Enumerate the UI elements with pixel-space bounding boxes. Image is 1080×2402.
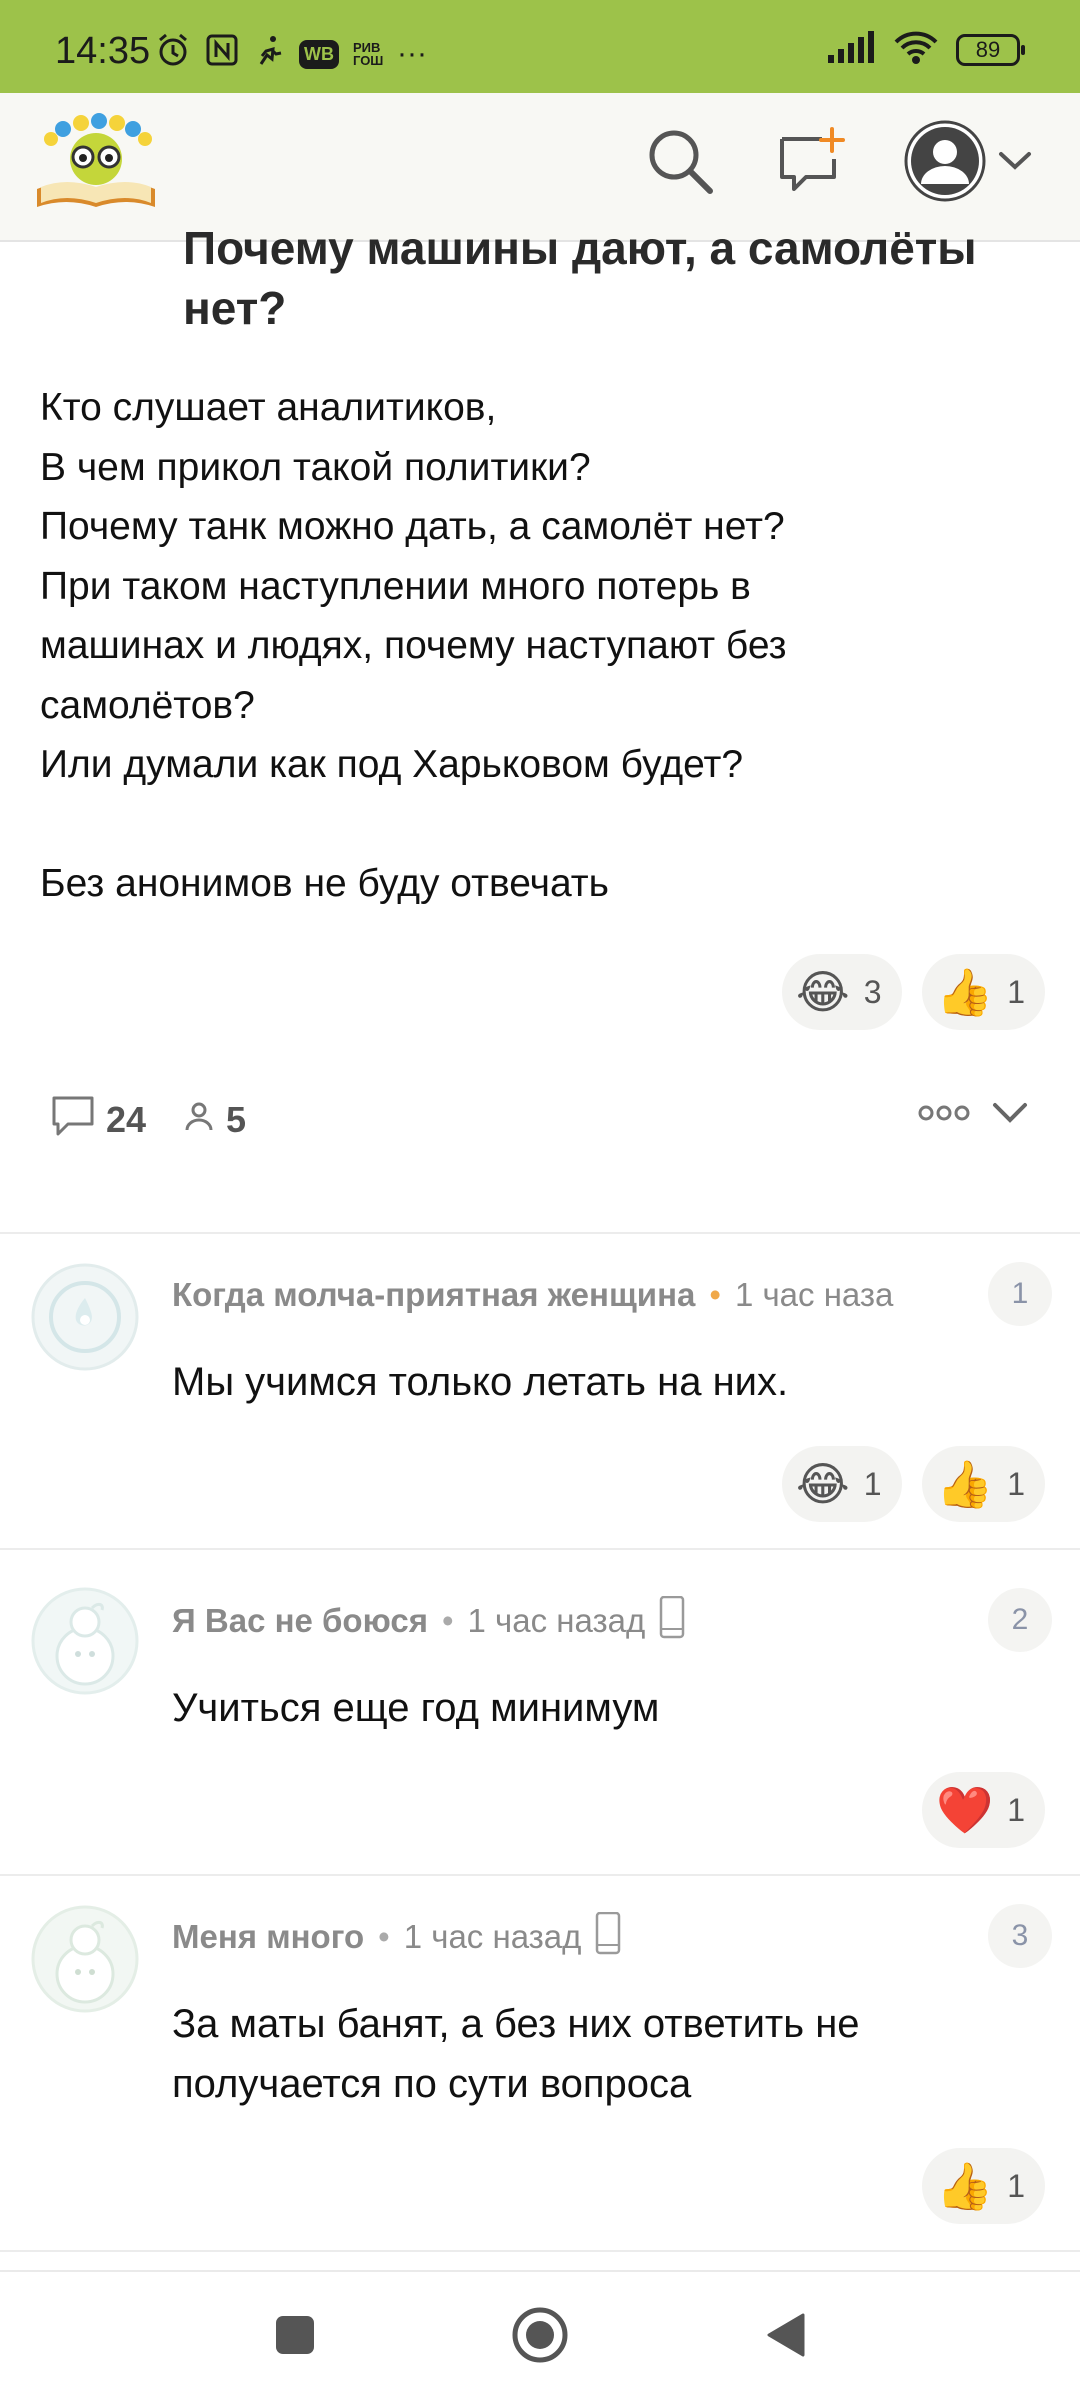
home-button[interactable] — [510, 2307, 570, 2367]
wb-app-icon: WB — [299, 39, 339, 69]
comment-reaction-laugh[interactable]: 😂 1 — [782, 1446, 902, 1522]
post-reaction-laugh[interactable]: 😂 3 — [782, 954, 902, 1030]
laugh-emoji-icon: 😂 — [796, 966, 850, 1018]
post-body-line: При таком наступлении много потерь в — [40, 564, 751, 608]
divider — [0, 2250, 1080, 2252]
chevron-down-icon — [992, 1103, 1028, 1130]
comment-meta: Когда молча-приятная женщина • 1 час наз… — [172, 1270, 962, 1320]
new-question-button[interactable] — [770, 123, 850, 203]
status-notification-icons: WB РИВ ГОШ ··· — [155, 32, 427, 76]
comment-avatar[interactable] — [30, 1262, 140, 1372]
rivgosh-app-icon: РИВ ГОШ — [353, 40, 384, 68]
alarm-icon — [155, 32, 191, 76]
comment-text: Учиться еще год минимум — [172, 1686, 660, 1730]
status-time: 14:35 — [55, 30, 151, 72]
post-title: Почему машины дают, а самолёты нет? — [183, 222, 977, 334]
divider — [0, 1232, 1080, 1234]
back-button[interactable] — [755, 2307, 815, 2367]
comment-avatar[interactable] — [30, 1586, 140, 1696]
more-dots-icon: ··· — [397, 37, 427, 70]
more-options-button[interactable] — [918, 1103, 970, 1128]
recents-button[interactable] — [265, 2307, 325, 2367]
separator-dot: • — [378, 1918, 390, 1955]
post-reaction-like[interactable]: 👍 1 — [922, 954, 1046, 1030]
reaction-count: 3 — [863, 973, 882, 1010]
thumbs-up-emoji-icon: 👍 — [936, 966, 994, 1018]
reaction-count: 1 — [1007, 2167, 1026, 2204]
laugh-emoji-icon: 😂 — [796, 1458, 850, 1510]
status-bar: 14:35 WB РИВ ГОШ ··· 89 — [0, 0, 1080, 93]
comment-author[interactable]: Я Вас не боюся — [172, 1602, 428, 1640]
comment-author[interactable]: Меня много — [172, 1918, 364, 1956]
app-logo[interactable] — [33, 111, 159, 211]
comment-author[interactable]: Когда молча-приятная женщина — [172, 1276, 695, 1314]
thumbs-up-emoji-icon: 👍 — [936, 2160, 994, 2212]
comment-text: Мы учимся только летать на них. — [172, 1360, 789, 1404]
comment-number-badge: 3 — [988, 1904, 1052, 1968]
running-icon — [253, 34, 285, 74]
comment-time: 1 час назад — [403, 1918, 582, 1955]
subscribers-count-button[interactable]: 5 — [182, 1099, 246, 1142]
expand-button[interactable] — [992, 1100, 1028, 1131]
thumbs-up-emoji-icon: 👍 — [936, 1458, 994, 1510]
profile-menu-button[interactable] — [898, 120, 1038, 203]
post-body-line: В чем прикол такой политики? — [40, 445, 591, 489]
comment-time: 1 час наза — [734, 1276, 894, 1313]
post-body-line: самолётов? — [40, 683, 255, 727]
wifi-icon — [894, 30, 938, 69]
comment-number-badge: 2 — [988, 1588, 1052, 1652]
separator-dot: • — [441, 1602, 454, 1639]
comment-text: За маты банят, а без них ответить не пол… — [172, 2002, 860, 2106]
post-body-line: Кто слушает аналитиков, — [40, 386, 497, 429]
nfc-icon — [205, 33, 239, 75]
separator-dot: • — [709, 1276, 721, 1313]
back-triangle-icon — [763, 2311, 807, 2364]
home-circle-icon — [511, 2306, 569, 2369]
post-body: Кто слушает аналитиков, В чем прикол так… — [40, 378, 1040, 914]
battery-level: 89 — [975, 36, 1001, 62]
chevron-down-icon — [998, 151, 1032, 176]
heart-emoji-icon: ❤️ — [936, 1784, 994, 1836]
comment-reaction-like[interactable]: 👍 1 — [922, 1446, 1046, 1522]
reaction-count: 1 — [1007, 1465, 1026, 1502]
comment-time: 1 час назад — [467, 1602, 646, 1639]
search-button[interactable] — [640, 123, 720, 203]
comment-meta: Меня много • 1 час назад — [172, 1912, 621, 1962]
comments-count: 24 — [106, 1099, 147, 1140]
comments-count-button[interactable]: 24 — [50, 1094, 146, 1147]
reaction-count: 1 — [1007, 1791, 1026, 1828]
comment-reaction-heart[interactable]: ❤️ 1 — [922, 1772, 1046, 1848]
subscribers-count: 5 — [226, 1099, 247, 1140]
square-icon — [274, 2314, 316, 2361]
reaction-count: 1 — [1007, 973, 1026, 1010]
comment-number-badge: 1 — [988, 1262, 1052, 1326]
battery-icon: 89 — [956, 33, 1025, 66]
add-chat-icon — [774, 125, 846, 202]
post-body-line: Или думали как под Харьковом будет? — [40, 743, 744, 786]
divider — [0, 1548, 1080, 1550]
post-body-line — [40, 795, 1040, 855]
post-body-line: Без анонимов не буду отвечать — [40, 862, 609, 905]
mobile-device-icon — [659, 1596, 685, 1646]
comment-bubble-icon — [50, 1094, 96, 1147]
mobile-device-icon — [595, 1912, 621, 1962]
divider — [0, 1874, 1080, 1876]
post-stats: 24 5 — [50, 1090, 282, 1150]
signal-icon — [826, 31, 876, 68]
comment-reaction-like[interactable]: 👍 1 — [922, 2148, 1046, 2224]
person-icon — [182, 1099, 216, 1142]
comment-meta: Я Вас не боюся • 1 час назад — [172, 1596, 685, 1646]
avatar — [904, 120, 986, 207]
more-dots-icon — [918, 1105, 970, 1127]
search-icon — [644, 125, 716, 202]
system-navigation-bar — [0, 2270, 1080, 2402]
post-body-line: Почему танк можно дать, а самолёт нет? — [40, 505, 785, 548]
reaction-count: 1 — [863, 1465, 882, 1502]
post-body-line: машинах и людях, почему наступают без — [40, 624, 787, 667]
comment-avatar[interactable] — [30, 1904, 140, 2014]
